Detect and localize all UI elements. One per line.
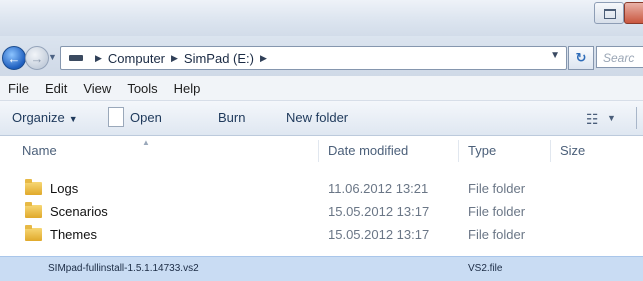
sort-indicator-icon: ▲ xyxy=(142,138,150,147)
toolbar-divider xyxy=(636,107,637,129)
organize-label: Organize xyxy=(12,110,65,125)
column-divider[interactable] xyxy=(318,140,319,162)
new-folder-button[interactable]: New folder xyxy=(286,110,348,125)
search-input[interactable]: Searc xyxy=(596,46,643,68)
title-bar xyxy=(0,0,643,36)
close-button[interactable] xyxy=(624,2,643,24)
document-icon xyxy=(108,107,124,127)
selected-file-row[interactable]: SIMpad-fullinstall-1.5.1.14733.vs2 VS2.f… xyxy=(0,256,643,281)
file-name: Themes xyxy=(50,227,97,242)
chevron-down-icon: ▼ xyxy=(68,114,78,124)
view-options-icon[interactable]: ☷ xyxy=(586,111,599,128)
list-item[interactable]: Themes 15.05.2012 13:17 File folder xyxy=(0,224,643,245)
back-arrow-icon: ← xyxy=(7,50,21,66)
file-type: File folder xyxy=(468,204,526,219)
menu-view[interactable]: View xyxy=(83,81,111,96)
breadcrumb-separator-icon[interactable]: ▶ xyxy=(260,53,267,64)
column-divider[interactable] xyxy=(458,140,459,162)
column-header-name[interactable]: Name xyxy=(22,136,57,166)
file-date: 15.05.2012 13:17 xyxy=(328,227,430,242)
list-item[interactable]: Logs 11.06.2012 13:21 File folder xyxy=(0,178,643,199)
computer-icon xyxy=(69,55,83,61)
chevron-down-icon[interactable]: ▼ xyxy=(607,113,616,123)
column-header-type[interactable]: Type xyxy=(468,136,496,166)
organize-button[interactable]: Organize ▼ xyxy=(12,110,78,125)
restore-button[interactable] xyxy=(594,2,624,24)
burn-button[interactable]: Burn xyxy=(218,110,245,125)
file-type: File folder xyxy=(468,181,526,196)
menu-tools[interactable]: Tools xyxy=(127,81,157,96)
refresh-button[interactable]: ↻ xyxy=(568,46,594,70)
list-item[interactable]: Scenarios 15.05.2012 13:17 File folder xyxy=(0,201,643,222)
column-header-date-modified[interactable]: Date modified xyxy=(328,136,408,166)
menu-file[interactable]: File xyxy=(8,81,29,96)
forward-button[interactable]: → xyxy=(25,46,49,70)
back-button[interactable]: ← xyxy=(2,46,26,70)
forward-arrow-icon: → xyxy=(30,50,44,66)
breadcrumb-simpad-drive[interactable]: SimPad (E:) xyxy=(184,51,254,66)
selected-file-type: VS2.file xyxy=(468,263,503,274)
breadcrumb-computer[interactable]: Computer xyxy=(108,51,165,66)
address-bar[interactable]: ▶ Computer ▶ SimPad (E:) ▶ ▼ xyxy=(60,46,567,70)
file-name: Logs xyxy=(50,181,79,196)
selected-file-name: SIMpad-fullinstall-1.5.1.14733.vs2 xyxy=(48,263,199,274)
file-name: Scenarios xyxy=(50,204,108,219)
navigation-bar: ← → ▼ ▶ Computer ▶ SimPad (E:) ▶ ▼ ↻ Sea… xyxy=(0,36,643,76)
recent-pages-dropdown-icon[interactable]: ▼ xyxy=(48,52,57,62)
folder-icon xyxy=(25,179,42,195)
command-bar: Organize ▼ Open Burn New folder ☷ ▼ xyxy=(0,101,643,136)
refresh-icon: ↻ xyxy=(575,50,587,65)
breadcrumb-separator-icon[interactable]: ▶ xyxy=(171,53,178,64)
file-date: 15.05.2012 13:17 xyxy=(328,204,430,219)
folder-icon xyxy=(25,225,42,241)
menu-help[interactable]: Help xyxy=(174,81,201,96)
folder-icon xyxy=(25,202,42,218)
address-dropdown-icon[interactable]: ▼ xyxy=(550,50,560,61)
menu-edit[interactable]: Edit xyxy=(45,81,67,96)
file-type: File folder xyxy=(468,227,526,242)
file-date: 11.06.2012 13:21 xyxy=(328,181,429,196)
column-divider[interactable] xyxy=(550,140,551,162)
open-button[interactable]: Open xyxy=(130,110,162,125)
menu-bar: File Edit View Tools Help xyxy=(0,76,643,101)
column-header-size[interactable]: Size xyxy=(560,136,585,166)
breadcrumb-separator-icon[interactable]: ▶ xyxy=(95,53,102,64)
